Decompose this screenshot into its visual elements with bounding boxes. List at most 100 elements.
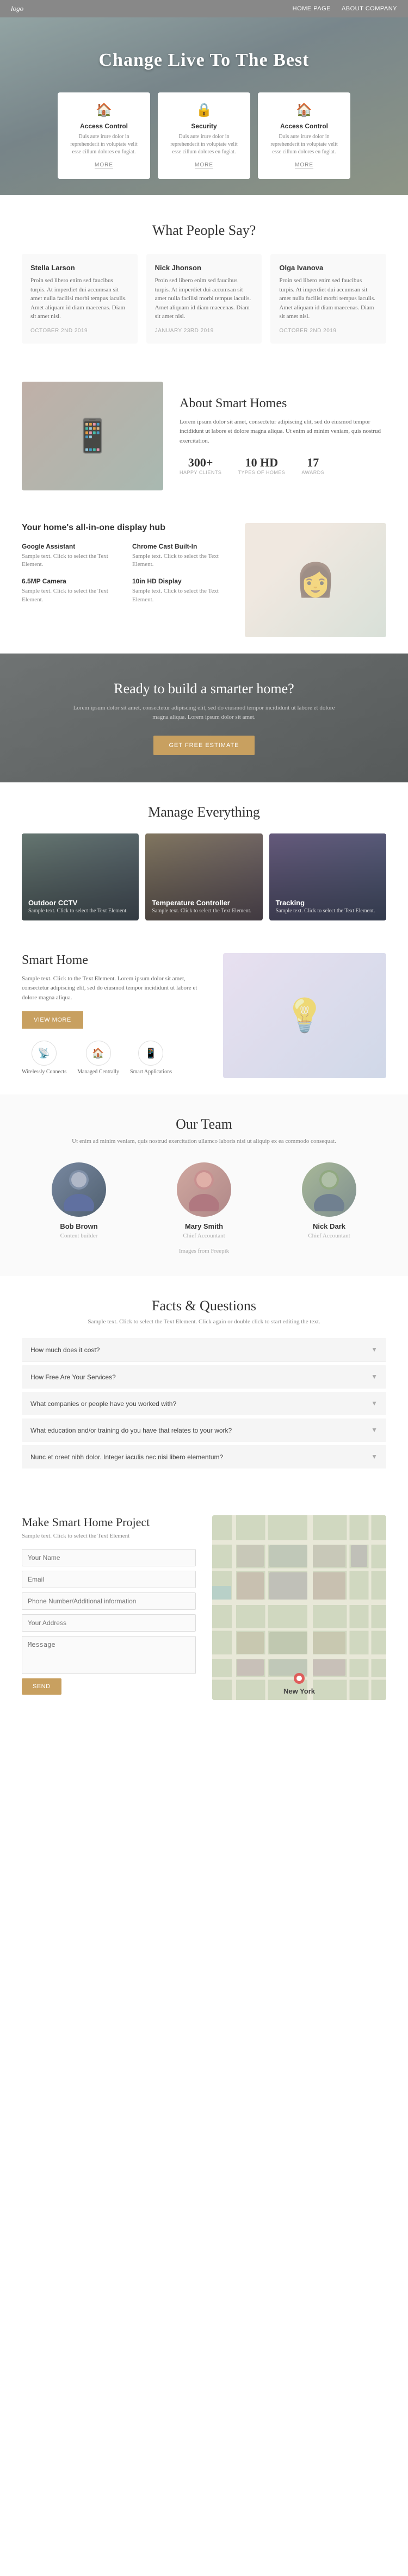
contact-section: Make Smart Home Project Sample text. Cli… xyxy=(0,1494,408,1722)
chevron-down-icon-0: ▼ xyxy=(371,1346,378,1354)
nav-about[interactable]: ABOUT COMPANY xyxy=(342,5,397,12)
smart-button[interactable]: VIEW MORE xyxy=(22,1011,83,1029)
contact-subtitle: Sample text. Click to select the Text El… xyxy=(22,1533,196,1539)
avatar-bob xyxy=(52,1162,106,1217)
contact-message-input[interactable] xyxy=(22,1636,196,1674)
faq-question-0: How much does it cost? xyxy=(30,1346,100,1354)
smart-icon-0: 📡 Wirelessly Connects xyxy=(22,1041,66,1075)
contact-content: Make Smart Home Project Sample text. Cli… xyxy=(22,1515,196,1700)
team-subtitle: Ut enim ad minim veniam, quis nostrud ex… xyxy=(68,1137,340,1147)
hero-cards: 🏠 Access Control Duis aute irure dolor i… xyxy=(22,92,386,179)
testimonial-name-0: Stella Larson xyxy=(30,264,129,272)
stat-label-1: TYPES OF HOMES xyxy=(238,470,285,475)
contact-email-input[interactable] xyxy=(22,1571,196,1588)
managed-icon: 🏠 xyxy=(86,1041,111,1066)
team-card-1: Mary Smith Chief Accountant xyxy=(147,1162,261,1239)
cta-button[interactable]: GET FREE ESTIMATE xyxy=(153,736,254,755)
hub-item-text-1: Sample text. Click to select the Text El… xyxy=(132,552,234,569)
manage-card-title-1: Temperature Controller xyxy=(152,899,251,907)
team-name-0: Bob Brown xyxy=(22,1222,136,1230)
nav-home[interactable]: HOME PAGE xyxy=(293,5,331,12)
smart-icon-label-1: Managed Centrally xyxy=(77,1069,119,1075)
smart-icon-1: 🏠 Managed Centrally xyxy=(77,1041,119,1075)
testimonial-text-2: Proin sed libero enim sed faucibus turpi… xyxy=(279,276,378,321)
hub-item-title-3: 10in HD Display xyxy=(132,577,234,585)
contact-address-input[interactable] xyxy=(22,1614,196,1632)
testimonial-date-0: OCTOBER 2ND 2019 xyxy=(30,328,129,334)
stat-label-2: AWARDS xyxy=(301,470,324,475)
contact-submit-button[interactable]: SEND xyxy=(22,1678,61,1695)
cta-title: Ready to build a smarter home? xyxy=(22,681,386,697)
hero-card-title-0: Access Control xyxy=(65,122,143,130)
stat-label-0: HAPPY CLIENTS xyxy=(180,470,221,475)
faq-item-1[interactable]: How Free Are Your Services? ▼ xyxy=(22,1365,386,1389)
hub-item-text-2: Sample text. Click to select the Text El… xyxy=(22,587,123,604)
hub-item-title-1: Chrome Cast Built-In xyxy=(132,543,234,550)
hero-card-icon-0: 🏠 xyxy=(65,102,143,118)
faq-question-1: How Free Are Your Services? xyxy=(30,1373,116,1381)
hub-item-title-2: 6.5MP Camera xyxy=(22,577,123,585)
faq-title: Facts & Questions xyxy=(22,1298,386,1314)
smart-icon-label-2: Smart Applications xyxy=(130,1069,172,1075)
testimonial-2: Olga Ivanova Proin sed libero enim sed f… xyxy=(270,254,386,344)
about-text: Lorem ipsum dolor sit amet, consectetur … xyxy=(180,418,386,446)
testimonial-text-0: Proin sed libero enim sed faucibus turpi… xyxy=(30,276,129,321)
smart-icons: 📡 Wirelessly Connects 🏠 Managed Centrall… xyxy=(22,1041,207,1075)
hub-content: Your home's all-in-one display hub Googl… xyxy=(22,523,234,605)
hero-card-link-2[interactable]: MORE xyxy=(295,162,313,169)
testimonials-section: What People Say? Stella Larson Proin sed… xyxy=(0,195,408,365)
team-title: Our Team xyxy=(22,1116,386,1133)
chevron-down-icon-1: ▼ xyxy=(371,1373,378,1381)
hub-item-0: Google Assistant Sample text. Click to s… xyxy=(22,543,123,569)
testimonial-name-1: Nick Jhonson xyxy=(155,264,254,272)
contact-map: New York xyxy=(212,1515,386,1700)
manage-section: Manage Everything Outdoor CCTV Sample te… xyxy=(0,782,408,937)
hero-card-link-0[interactable]: MORE xyxy=(95,162,113,169)
hub-image: 👩 xyxy=(245,523,386,637)
testimonials-title: What People Say? xyxy=(22,222,386,239)
about-content: About Smart Homes Lorem ipsum dolor sit … xyxy=(180,396,386,476)
contact-name-input[interactable] xyxy=(22,1549,196,1566)
stat-1: 10 HD TYPES OF HOMES xyxy=(238,456,285,475)
contact-phone-input[interactable] xyxy=(22,1592,196,1610)
chevron-down-icon-3: ▼ xyxy=(371,1426,378,1434)
testimonial-name-2: Olga Ivanova xyxy=(279,264,378,272)
hero-card-text-0: Duis aute irure dolor in reprehenderit i… xyxy=(65,133,143,156)
faq-item-3[interactable]: What education and/or training do you ha… xyxy=(22,1418,386,1442)
faq-question-4: Nunc et oreet nibh dolor. Integer iaculi… xyxy=(30,1453,223,1461)
hero-card-text-2: Duis aute irure dolor in reprehenderit i… xyxy=(265,133,343,156)
team-credit: Images from Freepik xyxy=(22,1248,386,1254)
contact-title: Make Smart Home Project xyxy=(22,1515,196,1529)
cta-section: Ready to build a smarter home? Lorem ips… xyxy=(0,654,408,782)
stat-0: 300+ HAPPY CLIENTS xyxy=(180,456,221,475)
hero-card-1: 🔒 Security Duis aute irure dolor in repr… xyxy=(158,92,250,179)
faq-question-2: What companies or people have you worked… xyxy=(30,1400,176,1408)
wireless-icon: 📡 xyxy=(32,1041,57,1066)
testimonial-1: Nick Jhonson Proin sed libero enim sed f… xyxy=(146,254,262,344)
apps-icon: 📱 xyxy=(138,1041,163,1066)
hub-item-1: Chrome Cast Built-In Sample text. Click … xyxy=(132,543,234,569)
stat-number-2: 17 xyxy=(301,456,324,470)
manage-card-text-1: Sample text. Click to select the Text El… xyxy=(152,908,251,914)
hub-item-3: 10in HD Display Sample text. Click to se… xyxy=(132,577,234,604)
manage-card-text-0: Sample text. Click to select the Text El… xyxy=(28,908,128,914)
faq-question-3: What education and/or training do you ha… xyxy=(30,1427,232,1434)
manage-card-2: Tracking Sample text. Click to select th… xyxy=(269,833,386,920)
faq-subtitle: Sample text. Click to select the Text El… xyxy=(22,1318,386,1325)
hero-card-link-1[interactable]: MORE xyxy=(195,162,213,169)
about-section: 📱 About Smart Homes Lorem ipsum dolor si… xyxy=(0,365,408,507)
chevron-down-icon-4: ▼ xyxy=(371,1453,378,1461)
smart-content: Smart Home Sample text. Click to the Tex… xyxy=(22,953,207,1075)
hero-card-title-1: Security xyxy=(165,122,243,130)
hero-card-2: 🏠 Access Control Duis aute irure dolor i… xyxy=(258,92,350,179)
hub-grid: Google Assistant Sample text. Click to s… xyxy=(22,543,234,605)
faq-item-2[interactable]: What companies or people have you worked… xyxy=(22,1392,386,1415)
about-title: About Smart Homes xyxy=(180,396,386,411)
faq-item-4[interactable]: Nunc et oreet nibh dolor. Integer iaculi… xyxy=(22,1445,386,1469)
faq-item-0[interactable]: How much does it cost? ▼ xyxy=(22,1338,386,1362)
smart-text: Sample text. Click to the Text Element. … xyxy=(22,974,207,1003)
hub-item-text-3: Sample text. Click to select the Text El… xyxy=(132,587,234,604)
hero-card-icon-1: 🔒 xyxy=(165,102,243,118)
hero-card-title-2: Access Control xyxy=(265,122,343,130)
testimonial-text-1: Proin sed libero enim sed faucibus turpi… xyxy=(155,276,254,321)
